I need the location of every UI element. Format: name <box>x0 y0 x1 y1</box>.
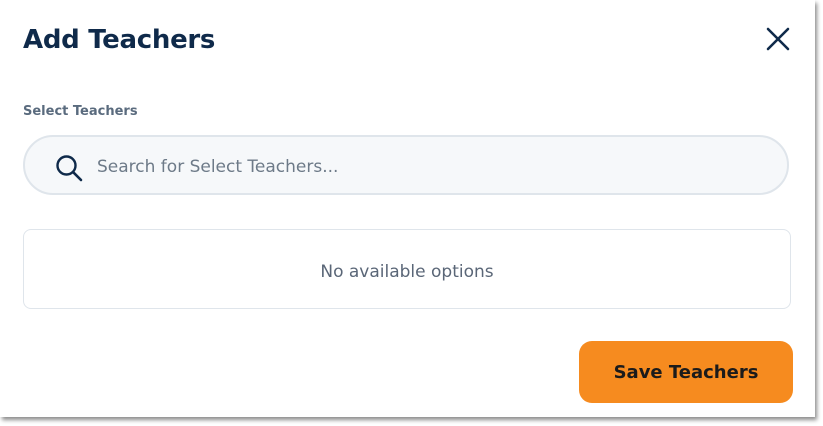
close-button[interactable] <box>764 25 792 53</box>
close-icon <box>766 27 790 51</box>
teacher-search-box[interactable] <box>23 135 789 195</box>
save-teachers-button[interactable]: Save Teachers <box>579 341 793 403</box>
search-icon <box>56 155 83 182</box>
add-teachers-dialog: Add Teachers Select Teachers No availabl… <box>0 0 815 417</box>
options-list: No available options <box>23 229 791 309</box>
teacher-search-input[interactable] <box>95 149 769 185</box>
select-teachers-label: Select Teachers <box>23 104 138 119</box>
no-options-message: No available options <box>320 262 494 282</box>
dialog-title: Add Teachers <box>23 25 216 55</box>
